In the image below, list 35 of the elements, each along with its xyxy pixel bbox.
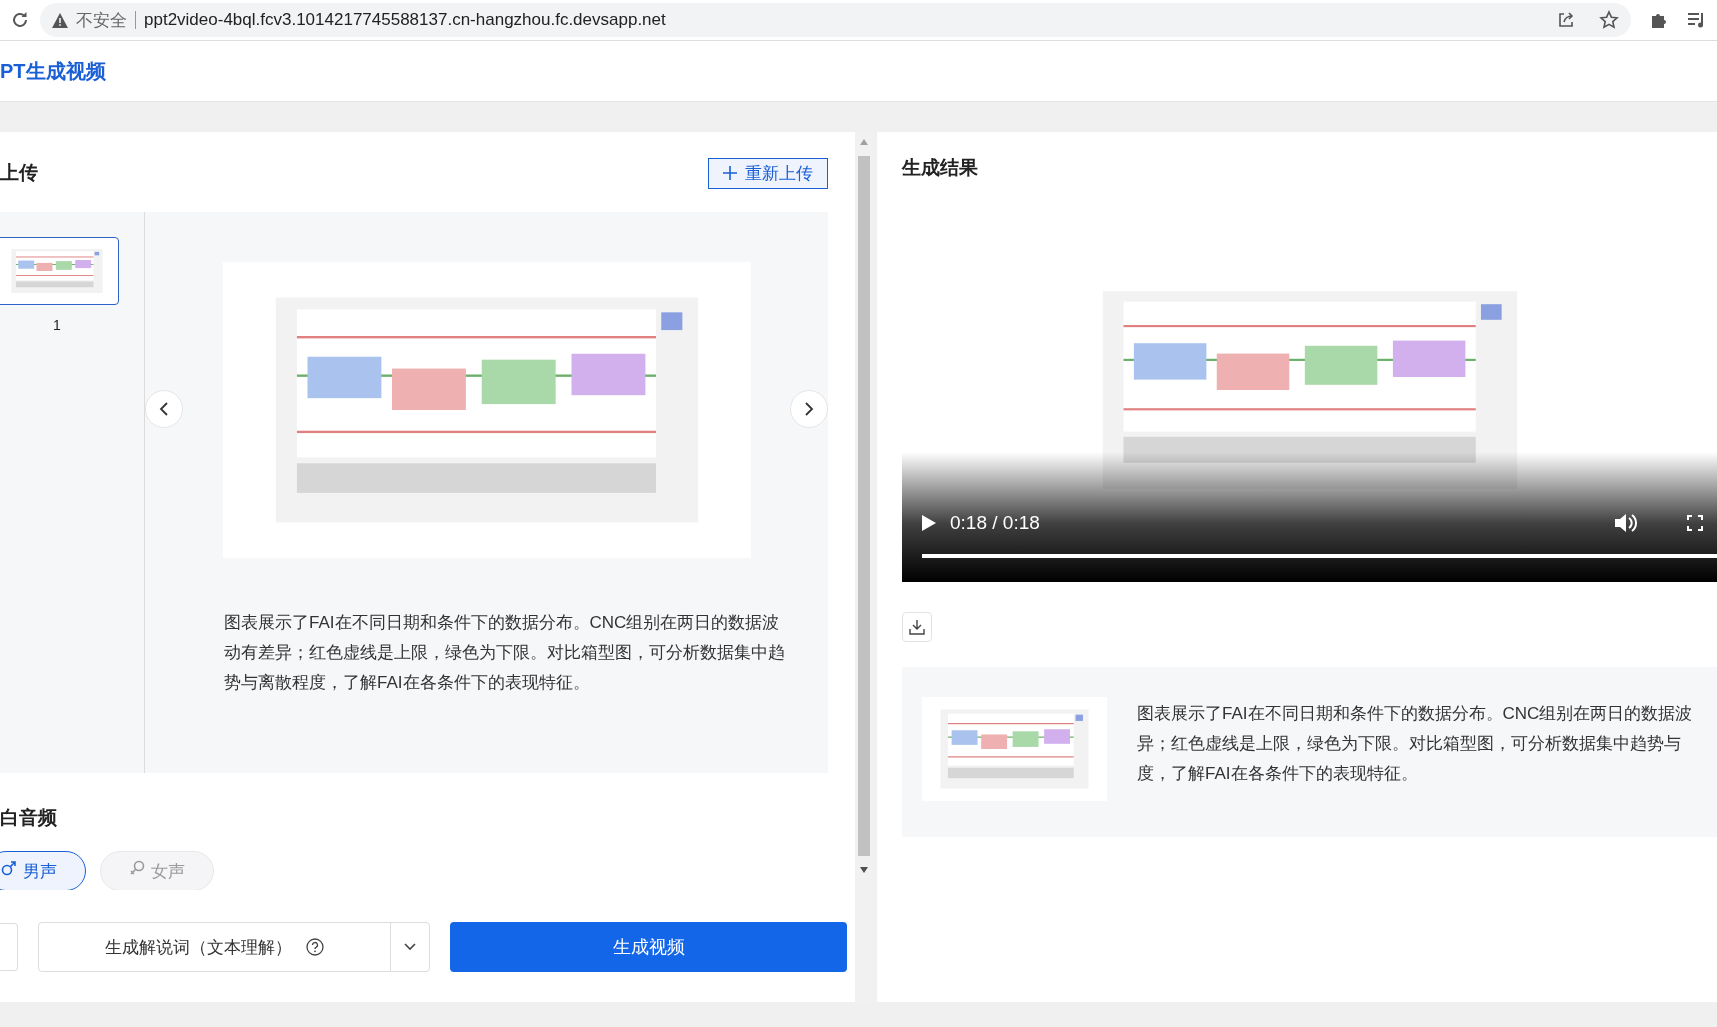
share-icon[interactable] (1557, 11, 1575, 29)
description-line: 度，了解FAI在各条件下的表现特征。 (1137, 763, 1419, 785)
voice-option[interactable]: 男声 (0, 851, 86, 890)
previous-button[interactable] (145, 389, 183, 428)
caret-icon (404, 943, 416, 951)
help-icon[interactable] (306, 938, 324, 956)
section-title: 生成结果 (902, 156, 979, 180)
chevron-right-icon (804, 401, 814, 416)
male-symbol-icon (1, 860, 17, 877)
chevron-left-icon (159, 401, 169, 416)
generate-video-button[interactable]: 生成视频 (450, 922, 847, 972)
download-icon (909, 619, 925, 635)
reupload-button[interactable]: 重新上传 (708, 157, 828, 189)
scroll-down-icon[interactable] (859, 866, 869, 874)
video-time: 0:18 / 0:18 (950, 512, 1040, 534)
download-button[interactable] (902, 612, 932, 642)
description-line: 图表展示了FAI在不同日期和条件下的数据分布。CNC组别在两日的数据波 (1137, 703, 1693, 725)
slide-number: 1 (53, 316, 61, 333)
play-icon[interactable] (922, 515, 936, 531)
section-title: 上传 (0, 161, 38, 186)
star-icon[interactable] (1599, 10, 1619, 30)
address-text[interactable]: ppt2video-4bql.fcv3.1014217745588137.cn-hangzhou.fc.devsapp.net (144, 10, 666, 30)
app-title: PT生成视频 (0, 58, 106, 84)
warning-icon[interactable] (52, 12, 68, 28)
female-symbol-icon (129, 860, 145, 877)
next-button[interactable] (790, 389, 828, 428)
reload-icon[interactable] (10, 10, 30, 30)
security-label: 不安全 (76, 9, 127, 32)
slide-description: 图表展示了FAI在不同日期和条件下的数据分布。CNC组别在两日的数据波动有差异；红色虚线是上限，绿色为下限。对比箱型图，可分析数据集中趋势与离散程度，了解FAI在各条件下的表现特征。 (224, 611, 786, 694)
section-title: 白音频 (0, 807, 57, 829)
description-line: 异；红色虚线是上限，绿色为下限。对比箱型图，可分析数据集中趋势与 (1137, 733, 1682, 755)
fullscreen-icon[interactable] (1687, 515, 1703, 531)
volume-icon[interactable] (1615, 513, 1637, 533)
scrollbar-thumb[interactable] (858, 156, 870, 856)
plus-icon (723, 166, 737, 181)
